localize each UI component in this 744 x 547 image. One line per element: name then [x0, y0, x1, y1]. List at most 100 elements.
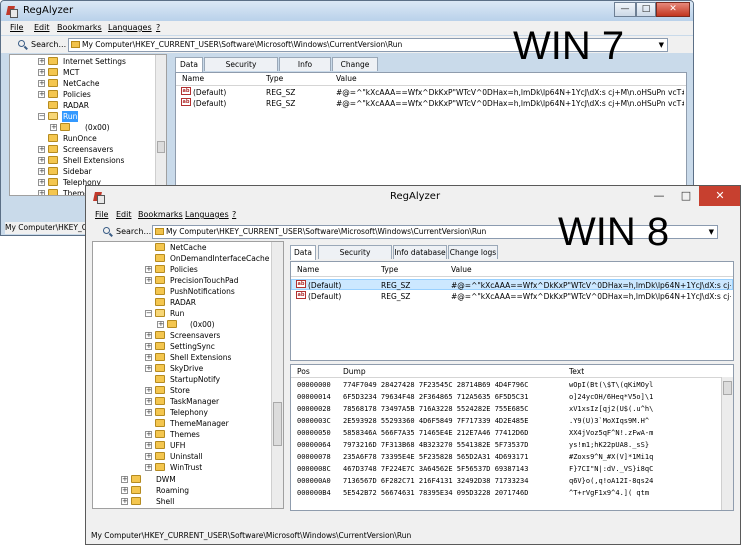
column-name[interactable]: Name [182, 74, 204, 83]
menu-help[interactable]: ? [156, 23, 160, 32]
column-name[interactable]: Name [297, 265, 319, 274]
expand-icon[interactable]: + [38, 190, 45, 195]
expand-icon[interactable]: + [145, 266, 152, 273]
expand-icon[interactable]: + [121, 498, 128, 505]
values-list: Name Type Value ab (Default) REG_SZ #@=^… [175, 72, 687, 195]
list-item[interactable]: ab (Default) REG_SZ #@=^"kXcAAA==Wfx^DkK… [291, 291, 733, 302]
hex-scrollbar[interactable] [721, 377, 733, 510]
hex-text: xV1xsIz[qj2(U$(.u^h\ [569, 405, 654, 413]
column-value[interactable]: Value [336, 74, 357, 83]
list-item[interactable]: ab (Default) REG_SZ #@=^"kXcAAA==Wfx^DkK… [176, 98, 686, 109]
menu-languages[interactable]: Languages [185, 210, 229, 219]
tab-change-logs[interactable]: Change logs [448, 245, 498, 259]
tree-scrollbar[interactable] [155, 55, 166, 195]
menu-edit[interactable]: Edit [34, 23, 50, 32]
scroll-thumb[interactable] [157, 141, 165, 153]
tree-item-label: NetCache [63, 79, 100, 88]
regalyzer-app-icon [5, 5, 18, 18]
tree-item-label: Screensavers [63, 145, 114, 154]
list-item[interactable]: ab (Default) REG_SZ #@=^"kXcAAA==Wfx^DkK… [176, 87, 686, 98]
column-value[interactable]: Value [451, 265, 472, 274]
hex-pos: 000000A0 [297, 477, 331, 485]
tab-security-information[interactable]: Security information [318, 245, 392, 270]
value-type: REG_SZ [266, 88, 296, 97]
folder-icon [155, 287, 165, 295]
expand-icon[interactable]: + [145, 387, 152, 394]
tab-security-information[interactable]: Security information [204, 57, 278, 82]
menu-bookmarks[interactable]: Bookmarks [57, 23, 102, 32]
scroll-thumb[interactable] [723, 381, 732, 395]
expand-icon[interactable]: + [38, 168, 45, 175]
tab-change-logs[interactable]: Change logs [332, 57, 378, 82]
folder-icon [48, 156, 58, 164]
title-bar[interactable]: RegAlyzer — □ ✕ [86, 186, 740, 208]
folder-icon [155, 408, 165, 416]
expand-icon[interactable]: + [145, 442, 152, 449]
close-button[interactable]: ✕ [656, 2, 690, 17]
close-icon: ✕ [715, 189, 725, 202]
menu-file[interactable]: File [10, 23, 23, 32]
menu-help[interactable]: ? [232, 210, 236, 219]
expand-icon[interactable]: + [50, 124, 57, 131]
close-button[interactable]: ✕ [699, 186, 740, 206]
expand-icon[interactable]: + [145, 354, 152, 361]
folder-icon [155, 430, 165, 438]
tree-item-label: StartupNotify [170, 375, 221, 384]
expand-icon[interactable]: + [145, 464, 152, 471]
list-item-selected[interactable]: ab (Default) REG_SZ #@=^"kXcAAA==Wfx^DkK… [291, 279, 733, 290]
menu-bookmarks[interactable]: Bookmarks [138, 210, 183, 219]
expand-icon[interactable]: + [38, 58, 45, 65]
scroll-thumb[interactable] [273, 402, 282, 446]
expand-icon[interactable]: + [157, 321, 164, 328]
collapse-icon[interactable]: − [145, 310, 152, 317]
tab-data[interactable]: Data [290, 245, 316, 260]
expand-icon[interactable]: + [38, 91, 45, 98]
tree-item-label: Uninstall [170, 452, 203, 461]
menu-edit[interactable]: Edit [116, 210, 132, 219]
expand-icon[interactable]: + [145, 365, 152, 372]
menu-languages[interactable]: Languages [108, 23, 152, 32]
minimize-button[interactable]: — [646, 186, 672, 206]
tree-scrollbar[interactable] [271, 242, 283, 508]
expand-icon[interactable]: + [38, 157, 45, 164]
expand-icon[interactable]: + [145, 332, 152, 339]
hex-dump: 467D3748 7F224E7C 3A64562E 5F56537D 6938… [343, 465, 529, 473]
column-pos[interactable]: Pos [297, 367, 310, 376]
expand-icon[interactable]: + [145, 453, 152, 460]
expand-icon[interactable]: + [145, 343, 152, 350]
column-type[interactable]: Type [266, 74, 283, 83]
string-value-icon: ab [296, 291, 306, 299]
tab-info-database[interactable]: Info database [393, 245, 447, 259]
chevron-down-icon[interactable]: ▼ [659, 39, 664, 51]
column-dump[interactable]: Dump [343, 367, 366, 376]
tab-info-database[interactable]: Info database [279, 57, 331, 82]
expand-icon[interactable]: + [121, 487, 128, 494]
expand-icon[interactable]: + [38, 80, 45, 87]
expand-icon[interactable]: + [121, 476, 128, 483]
collapse-icon[interactable]: − [38, 113, 45, 120]
expand-icon[interactable]: + [145, 277, 152, 284]
tree-item-label: RADAR [170, 298, 197, 307]
tree-item-label: Shell [156, 497, 175, 506]
expand-icon[interactable]: + [38, 146, 45, 153]
expand-icon[interactable]: + [145, 409, 152, 416]
folder-icon [155, 463, 165, 471]
maximize-button[interactable]: □ [673, 186, 699, 206]
title-bar[interactable]: RegAlyzer — □ ✕ [1, 1, 693, 21]
column-text[interactable]: Text [569, 367, 584, 376]
folder-icon [48, 68, 58, 76]
expand-icon[interactable]: + [38, 69, 45, 76]
minimize-button[interactable]: — [614, 2, 636, 17]
column-type[interactable]: Type [381, 265, 398, 274]
expand-icon[interactable]: + [145, 398, 152, 405]
maximize-button[interactable]: □ [636, 2, 656, 17]
menu-file[interactable]: File [95, 210, 108, 219]
chevron-down-icon[interactable]: ▼ [709, 226, 714, 238]
expand-icon[interactable]: + [145, 431, 152, 438]
search-button[interactable]: Search... [102, 225, 154, 239]
value-type: REG_SZ [266, 99, 296, 108]
expand-icon[interactable]: + [38, 179, 45, 186]
search-button[interactable]: Search... [17, 38, 69, 52]
hex-dump: 6F5D3234 79634F48 2F364865 712A5635 6F5D… [343, 393, 529, 401]
tab-data[interactable]: Data [175, 57, 203, 72]
